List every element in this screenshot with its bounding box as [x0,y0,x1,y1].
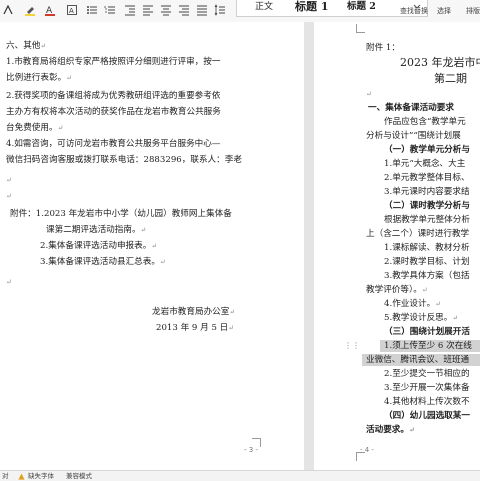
subsection-heading: （三）围绕计划展开活 [384,327,470,337]
attachment-line: 附件：1.2023 年龙岩市中小学（幼儿园）教师网上集体备 [10,209,232,219]
svg-text:A: A [69,7,74,15]
subsection-heading: （四）幼儿园选取某一 [384,411,470,421]
attachment-line: 3.集体备课评选活动县汇总表。↵ [40,257,166,267]
font-style-icon[interactable] [2,4,14,16]
body-line: 分析与设计”“围绕计划展 [366,131,461,141]
body-line: 4.如需咨询，可访问龙岩市教育公共服务平台服务中心— [6,139,221,149]
body-line: 教学评价等）。↵ [366,285,428,295]
body-line: 2.单元教学整体目标、 [384,173,470,183]
body-line: 作品应包含“教学单元 [384,117,466,127]
body-line: 微信扫码咨询客服或拨打联系电话：2883296，联系人：李老 [6,155,242,165]
paragraph-mark: ↵ [6,278,12,286]
indent-icon[interactable] [124,4,136,16]
signature-office: 龙岩市教育局办公室↵ [152,307,236,317]
body-line: 台免费使用。↵ [6,123,64,133]
align-center-icon[interactable] [160,4,172,16]
page-number: - 3 - [244,446,258,454]
attachment-line: 2.集体备课评选活动申报表。↵ [40,241,158,251]
highlight-color-icon[interactable] [24,4,36,16]
body-line: 2.至少提交一节相应的 [384,369,470,379]
body-line: 4.作业设计。↵ [384,299,442,309]
arrange-button[interactable]: 排版 [466,6,480,16]
numbered-list-icon[interactable] [104,4,116,16]
signature-date: 2013 年 9 月 5 日↵ [156,323,235,333]
body-line: 活动要求。↵ [366,425,415,435]
body-line: 主办方有权将本次活动的获奖作品在龙岩市教育公共服务 [6,107,221,117]
align-right-icon[interactable] [178,4,190,16]
ribbon-toolbar: A A 正文 标题 1 标题 2 查找替换 选择 排版 [0,0,480,23]
body-line: 3.至少开展一次集体备 [384,383,470,393]
body-line: 1.单元“大概念、大主 [384,159,466,169]
style-normal[interactable]: 正文 [255,0,273,14]
select-button[interactable]: 选择 [437,6,451,16]
document-page-4[interactable]: 附件 1： 2023 年龙岩市中 第二期 ↵ 一、集体备课活动要求 作品应包含“… [314,22,480,470]
attachment-line: 课第二期评选活动指南。↵ [46,225,147,235]
selected-line[interactable]: 1.须上传至少 6 次在线 [380,340,480,352]
attachment-label: 附件 1： [366,43,400,53]
body-line: 5.教学设计反思。↵ [384,313,459,323]
body-line: 上（含二个）课时进行教学 [366,229,470,239]
status-bar: 对 缺失字体 兼容模式 [0,470,480,481]
page-gap [304,22,314,470]
section-heading: 一、集体备课活动要求 [368,103,454,113]
selected-line[interactable]: 业微信、腾讯会议、班班通 [362,354,480,366]
subsection-heading: （一）教学单元分析与 [384,145,470,155]
drag-handle-icon[interactable]: ⋮⋮ [344,342,360,350]
font-color-icon[interactable]: A [44,4,56,16]
style-heading-2[interactable]: 标题 2 [347,0,376,14]
doc-title: 2023 年龙岩市中 [400,56,480,69]
body-line: 1.课标解读、教材分析 [384,243,470,253]
crop-mark [356,24,365,33]
document-page-3[interactable]: 六、其他↵ 1.市教育局将组织专家严格按照评分细则进行评审，按一 比例进行表彰。… [0,22,304,470]
body-line: 2.获得奖项的备课组将成为优秀教研组评选的重要参考依 [6,91,221,101]
bullet-list-icon[interactable] [86,4,98,16]
find-replace-button[interactable]: 查找替换 [400,6,428,16]
body-line: 3.教学具体方案（包括 [384,271,470,281]
body-line: 2.课时教学目标、计划 [384,257,470,267]
justify-icon[interactable] [196,4,208,16]
style-heading-1[interactable]: 标题 1 [295,0,328,14]
subsection-heading: （二）课时教学分析与 [384,201,470,211]
body-line: 根据教学单元整体分析 [384,215,470,225]
body-line: 1.市教育局将组织专家严格按照评分细则进行评审，按一 [6,57,221,67]
clear-format-icon[interactable]: A [66,4,78,16]
paragraph-mark: ↵ [6,176,12,184]
body-line: 3.单元课时内容要求结 [384,187,470,197]
paragraph-mark: ↵ [366,90,372,98]
warning-icon [18,473,25,480]
page-number: - 4 - [360,446,374,454]
section-heading: 六、其他↵ [6,41,47,51]
align-left-icon[interactable] [142,4,154,16]
body-line: 4.其他材料上传次数不 [384,397,470,407]
paragraph-mark: ↵ [6,192,12,200]
doc-subtitle: 第二期 [434,72,467,85]
line-spacing-icon[interactable] [214,4,226,16]
body-line: 比例进行表彰。↵ [6,73,73,83]
